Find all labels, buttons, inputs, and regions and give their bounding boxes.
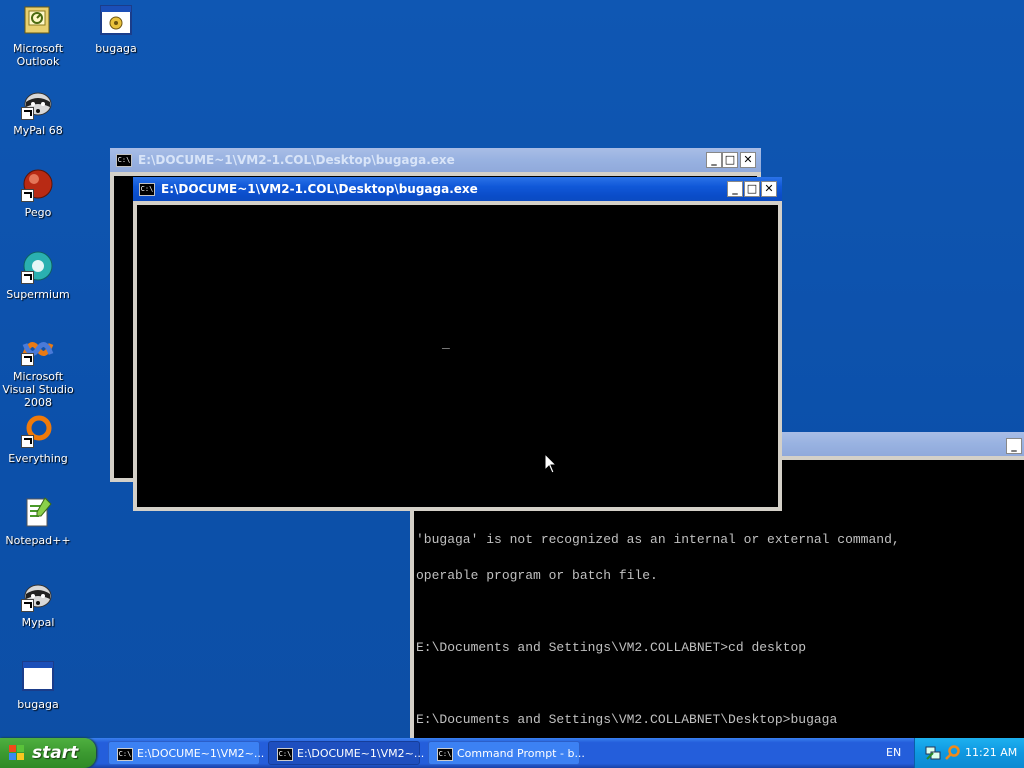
console-app-icon: C:\ (117, 748, 133, 761)
console-line: operable program or batch file. (416, 568, 658, 583)
close-button[interactable]: ✕ (761, 181, 777, 197)
mouse-pointer-icon (544, 453, 558, 474)
search-tray-icon[interactable] (945, 745, 961, 761)
taskbar-button-label: Command Prompt - b... (457, 747, 585, 760)
minimize-button[interactable]: _ (1006, 438, 1022, 454)
close-button[interactable]: ✕ (740, 152, 756, 168)
desktop-icon-notepad-plus-plus[interactable]: Notepad++ (0, 496, 76, 547)
desktop-icon-visual-studio-2008[interactable]: Microsoft Visual Studio 2008 (0, 332, 76, 409)
shortcut-arrow-icon (21, 599, 34, 612)
app-window-icon (21, 660, 55, 694)
taskbar-button-bugaga-2[interactable]: C:\ E:\DOCUME~1\VM2~... (268, 741, 424, 765)
mypal-raccoon-icon (21, 578, 55, 612)
console-line: 'bugaga' is not recognized as an interna… (416, 532, 900, 547)
desktop-icon-label: Mypal (21, 616, 55, 629)
app-window-icon (99, 4, 133, 38)
supermium-icon (21, 250, 55, 284)
desktop-icon-supermium[interactable]: Supermium (0, 250, 76, 301)
desktop-icon-label: Pego (24, 206, 52, 219)
taskbar-button-label: E:\DOCUME~1\VM2~... (137, 747, 265, 760)
shortcut-arrow-icon (21, 353, 34, 366)
console-cursor: _ (442, 336, 450, 351)
desktop-icon-label: bugaga (95, 42, 137, 55)
clock[interactable]: 11:21 AM (965, 746, 1017, 759)
desktop-icon-label: Notepad++ (5, 534, 71, 547)
mypal-raccoon-icon (21, 86, 55, 120)
bugaga-front-console[interactable]: _ (137, 205, 778, 507)
console-app-icon: C:\ (277, 748, 293, 761)
taskbar: start C:\ E:\DOCUME~1\VM2~... C:\ E:\DOC… (0, 738, 1024, 768)
desktop-icon-label: Everything (8, 452, 68, 465)
taskbar-button-bugaga-1[interactable]: C:\ E:\DOCUME~1\VM2~... (108, 741, 264, 765)
desktop-icon-everything[interactable]: Everything (0, 414, 76, 465)
desktop-icon-microsoft-outlook[interactable]: Microsoft Outlook (0, 4, 76, 68)
windows-flag-icon (9, 745, 24, 760)
desktop-icon-mypal-68[interactable]: MyPal 68 (0, 86, 76, 137)
language-indicator[interactable]: EN (886, 746, 901, 759)
bugaga-window-front[interactable]: C:\ E:\DOCUME~1\VM2-1.COL\Desktop\bugaga… (133, 177, 782, 511)
start-button[interactable]: start (0, 738, 96, 768)
console-line: E:\Documents and Settings\VM2.COLLABNET\… (416, 712, 838, 727)
shortcut-arrow-icon (21, 107, 34, 120)
taskbar-button-command-prompt[interactable]: C:\ Command Prompt - b... (428, 741, 585, 765)
maximize-button[interactable]: □ (744, 181, 760, 197)
bugaga-window-back-titlebar[interactable]: C:\ E:\DOCUME~1\VM2-1.COL\Desktop\bugaga… (110, 148, 761, 172)
console-app-icon: C:\ (437, 748, 453, 761)
console-app-icon: C:\ (139, 183, 155, 196)
desktop-icon-label: Supermium (6, 288, 70, 301)
taskbar-button-label: E:\DOCUME~1\VM2~... (297, 747, 425, 760)
shortcut-arrow-icon (21, 435, 34, 448)
console-app-icon: C:\ (116, 154, 132, 167)
desktop-icon-label: Microsoft Visual Studio 2008 (2, 370, 74, 409)
desktop-icon-bugaga-bottom[interactable]: bugaga (0, 660, 76, 711)
console-line: E:\Documents and Settings\VM2.COLLABNET>… (416, 640, 807, 655)
window-title: E:\DOCUME~1\VM2-1.COL\Desktop\bugaga.exe (138, 153, 455, 167)
notepadpp-icon (21, 496, 55, 530)
shortcut-arrow-icon (21, 189, 34, 202)
desktop-icon-label: bugaga (17, 698, 59, 711)
minimize-button[interactable]: _ (727, 181, 743, 197)
bugaga-window-front-titlebar[interactable]: C:\ E:\DOCUME~1\VM2-1.COL\Desktop\bugaga… (133, 177, 782, 201)
window-title: E:\DOCUME~1\VM2-1.COL\Desktop\bugaga.exe (161, 182, 478, 196)
desktop-icon-mypal[interactable]: Mypal (0, 578, 76, 629)
maximize-button[interactable]: □ (722, 152, 738, 168)
desktop-icon-label: Microsoft Outlook (12, 42, 64, 68)
pego-orb-icon (21, 168, 55, 202)
console-output: 'bugaga' is not recognized as an interna… (416, 510, 900, 750)
start-label: start (32, 743, 79, 763)
visual-studio-icon (21, 332, 55, 366)
shortcut-arrow-icon (21, 271, 34, 284)
desktop-icon-bugaga-top[interactable]: bugaga (78, 4, 154, 55)
desktop-icon-pego[interactable]: Pego (0, 168, 76, 219)
minimize-button[interactable]: _ (706, 152, 722, 168)
outlook-icon (21, 4, 55, 38)
everything-search-icon (21, 414, 55, 448)
desktop-icon-label: MyPal 68 (13, 124, 63, 137)
network-tray-icon[interactable] (925, 745, 941, 761)
system-tray: 11:21 AM (914, 738, 1024, 768)
